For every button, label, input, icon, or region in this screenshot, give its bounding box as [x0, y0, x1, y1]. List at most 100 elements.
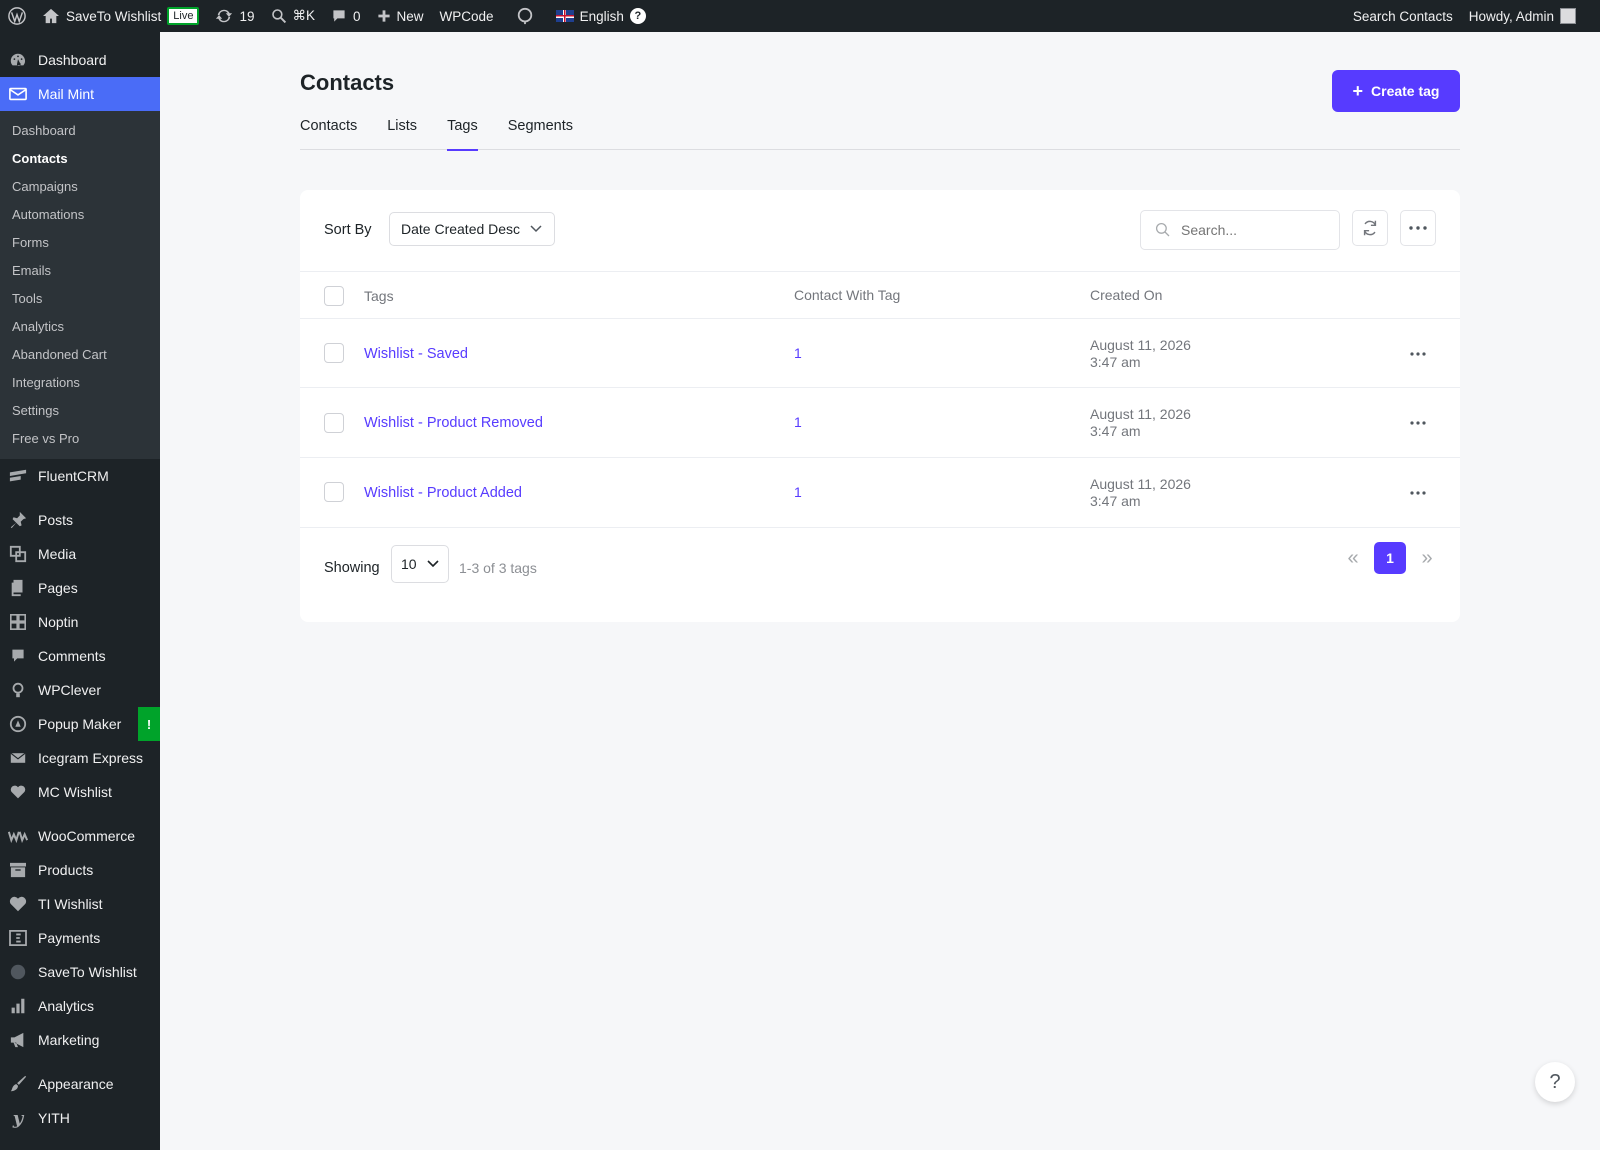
tab-segments[interactable]: Segments	[508, 118, 573, 150]
woocommerce-icon	[8, 826, 28, 846]
howdy-label: Howdy, Admin	[1468, 8, 1554, 24]
account-menu[interactable]: Howdy, Admin	[1461, 0, 1584, 32]
sidebar-item-dashboard[interactable]: Dashboard	[0, 43, 160, 77]
sidebar-item-woocommerce[interactable]: WooCommerce	[0, 819, 160, 853]
help-button[interactable]: ?	[1535, 1062, 1575, 1102]
language-switcher[interactable]: English ?	[548, 0, 654, 32]
sidebar-item-mcwishlist[interactable]: MC Wishlist	[0, 775, 160, 809]
saveto-wishlist-logo-icon	[8, 962, 28, 982]
tag-contact-count[interactable]: 1	[794, 484, 802, 500]
submenu-item-forms[interactable]: Forms	[0, 229, 160, 257]
sidebar-item-noptin[interactable]: Noptin	[0, 605, 160, 639]
submenu-item-free-vs-pro[interactable]: Free vs Pro	[0, 425, 160, 453]
sidebar-item-mailmint[interactable]: Mail Mint	[0, 77, 160, 111]
tag-name-link[interactable]: Wishlist - Product Removed	[364, 415, 543, 431]
select-all-checkbox[interactable]	[324, 286, 344, 306]
hint-link[interactable]	[502, 0, 548, 32]
row-actions-button[interactable]	[1408, 347, 1428, 361]
sidebar-item-label: Media	[38, 546, 77, 562]
wpcode-label: WPCode	[439, 8, 494, 24]
tag-name-link[interactable]: Wishlist - Product Added	[364, 485, 522, 501]
wpcode-link[interactable]: WPCode	[432, 0, 502, 32]
submenu-item-dashboard[interactable]: Dashboard	[0, 117, 160, 145]
create-tag-button[interactable]: + Create tag	[1332, 70, 1460, 112]
updates-link[interactable]: 19	[207, 0, 262, 32]
last-page-icon[interactable]: »	[1416, 547, 1438, 570]
ti-heart-icon	[8, 894, 28, 914]
tag-contact-count[interactable]: 1	[794, 414, 802, 430]
row-actions-button[interactable]	[1408, 416, 1428, 430]
tag-name-link[interactable]: Wishlist - Saved	[364, 346, 468, 362]
tab-contacts[interactable]: Contacts	[300, 118, 357, 150]
site-name-label: SaveTo Wishlist	[66, 8, 162, 24]
search-input[interactable]	[1181, 222, 1321, 238]
sidebar-item-products[interactable]: Products	[0, 853, 160, 887]
paintbrush-icon	[8, 1074, 28, 1094]
sidebar-item-pages[interactable]: Pages	[0, 571, 160, 605]
sidebar-item-wpclever[interactable]: WPClever	[0, 673, 160, 707]
submenu-item-campaigns[interactable]: Campaigns	[0, 173, 160, 201]
sidebar-item-media[interactable]: Media	[0, 537, 160, 571]
wordpress-logo-icon[interactable]	[0, 0, 34, 32]
submenu-item-emails[interactable]: Emails	[0, 257, 160, 285]
pushpin-icon	[8, 510, 28, 530]
more-options-button[interactable]	[1400, 210, 1436, 246]
search-contacts-link[interactable]: Search Contacts	[1345, 0, 1461, 32]
submenu-item-abandoned-cart[interactable]: Abandoned Cart	[0, 341, 160, 369]
created-time: 3:47 am	[1090, 493, 1141, 509]
sidebar-item-marketing[interactable]: Marketing	[0, 1023, 160, 1057]
row-checkbox[interactable]	[324, 482, 344, 502]
page-number-current[interactable]: 1	[1374, 542, 1406, 574]
mail-icon	[8, 84, 28, 104]
tag-contact-count[interactable]: 1	[794, 345, 802, 361]
sidebar-item-tiwishlist[interactable]: TI Wishlist	[0, 887, 160, 921]
tab-lists[interactable]: Lists	[387, 118, 417, 150]
sidebar-item-comments[interactable]: Comments	[0, 639, 160, 673]
new-content-link[interactable]: New	[369, 0, 432, 32]
sort-select[interactable]: Date Created Desc	[389, 212, 555, 246]
sidebar-item-posts[interactable]: Posts	[0, 503, 160, 537]
sidebar-item-analytics[interactable]: Analytics	[0, 989, 160, 1023]
noptin-grid-icon	[8, 612, 28, 632]
sidebar-item-yith[interactable]: y YITH	[0, 1101, 160, 1135]
sidebar-item-label: Products	[38, 862, 94, 878]
sidebar-item-payments[interactable]: Payments	[0, 921, 160, 955]
refresh-button[interactable]	[1352, 210, 1388, 246]
heart-icon	[8, 782, 28, 802]
sidebar-item-popupmaker[interactable]: Popup Maker !	[0, 707, 160, 741]
payments-icon	[8, 928, 28, 948]
first-page-icon[interactable]: «	[1342, 547, 1364, 570]
sidebar-item-label: TI Wishlist	[38, 896, 103, 912]
sidebar-item-label: Marketing	[38, 1032, 100, 1048]
avatar	[1560, 8, 1576, 24]
sidebar-item-label: YITH	[38, 1110, 70, 1126]
row-actions-button[interactable]	[1408, 486, 1428, 500]
row-checkbox[interactable]	[324, 413, 344, 433]
archive-box-icon	[8, 860, 28, 880]
row-checkbox[interactable]	[324, 343, 344, 363]
created-date: August 11, 2026	[1090, 337, 1191, 353]
sidebar-item-label: Payments	[38, 930, 101, 946]
site-name-link[interactable]: SaveTo Wishlist Live	[34, 0, 207, 32]
submenu-item-tools[interactable]: Tools	[0, 285, 160, 313]
comments-count: 0	[353, 8, 361, 24]
comments-link[interactable]: 0	[323, 0, 369, 32]
sidebar-item-fluentcrm[interactable]: FluentCRM	[0, 459, 160, 493]
per-page-select[interactable]: 10	[391, 545, 449, 583]
submenu-item-settings[interactable]: Settings	[0, 397, 160, 425]
sidebar-item-appearance[interactable]: Appearance	[0, 1067, 160, 1101]
submenu-item-automations[interactable]: Automations	[0, 201, 160, 229]
sidebar-item-label: Posts	[38, 512, 74, 528]
tab-tags[interactable]: Tags	[447, 118, 478, 151]
sidebar-item-icegram[interactable]: Icegram Express	[0, 741, 160, 775]
search-contacts-label: Search Contacts	[1352, 8, 1453, 24]
submenu-item-integrations[interactable]: Integrations	[0, 369, 160, 397]
help-icon[interactable]: ?	[629, 8, 646, 24]
dashboard-gauge-icon	[8, 50, 28, 70]
submenu-item-analytics[interactable]: Analytics	[0, 313, 160, 341]
command-search-link[interactable]: ⌘K	[263, 0, 324, 32]
uk-flag-icon	[555, 10, 574, 22]
created-date: August 11, 2026	[1090, 476, 1191, 492]
sidebar-item-savetowishlist[interactable]: SaveTo Wishlist	[0, 955, 160, 989]
submenu-item-contacts[interactable]: Contacts	[0, 145, 160, 173]
